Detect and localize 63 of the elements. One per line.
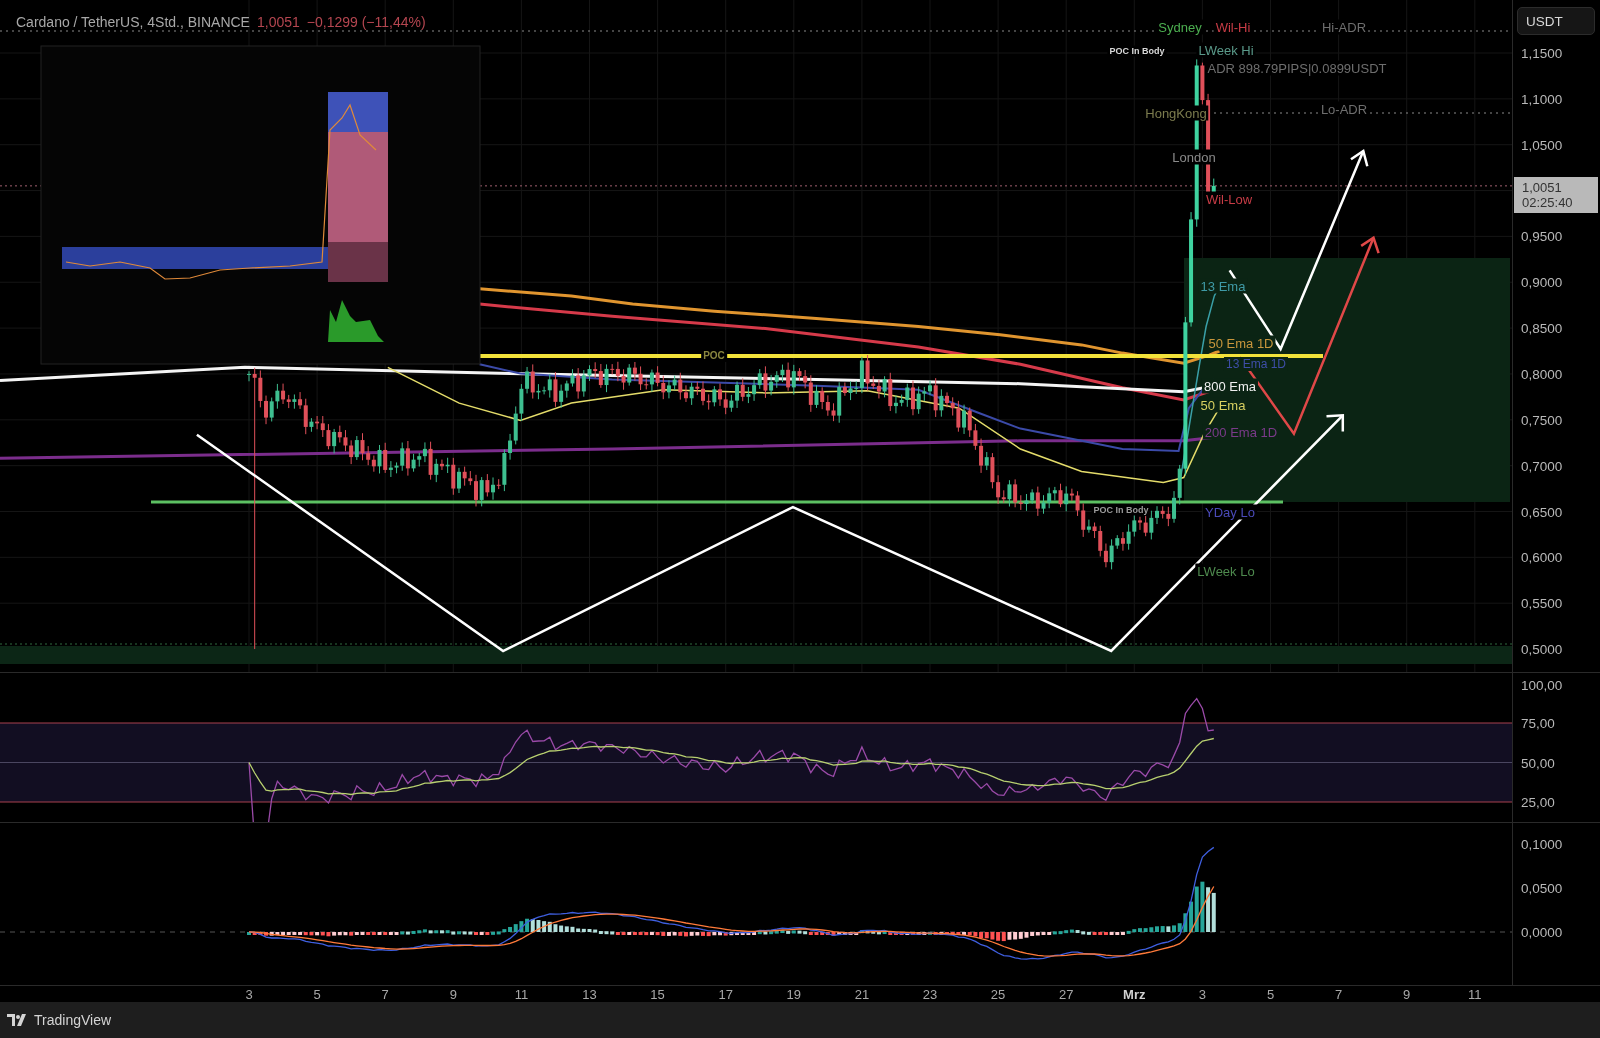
price-change: −0,1299 (−11,44%) xyxy=(306,14,426,30)
price-label: 0,5500 xyxy=(1521,595,1563,611)
chart-annotation: POC xyxy=(701,350,727,362)
date-label: 15 xyxy=(650,987,665,1002)
date-label: 23 xyxy=(922,987,938,1002)
date-label: 5 xyxy=(313,987,321,1002)
current-price: 1,0051 xyxy=(1522,180,1563,195)
price-label: 0,5000 xyxy=(1521,641,1563,657)
chart-annotation: 200 Ema 1D xyxy=(1202,424,1280,440)
date-label: 11 xyxy=(514,987,529,1002)
candle-countdown: 02:25:40 xyxy=(1522,195,1574,210)
rsi-label: 25,00 xyxy=(1521,794,1555,810)
price-label: 0,8500 xyxy=(1521,320,1563,336)
price-label: 0,7500 xyxy=(1521,412,1563,428)
date-label: 13 xyxy=(582,987,597,1002)
chart-annotation: Hi-ADR xyxy=(1319,19,1369,35)
date-label: 21 xyxy=(854,987,870,1002)
price-label: 0,7000 xyxy=(1521,458,1563,474)
chart-annotation: POC In Body xyxy=(1091,504,1151,516)
date-label: 7 xyxy=(1335,987,1343,1002)
price-label: 1,0500 xyxy=(1521,137,1563,153)
rsi-label: 100,00 xyxy=(1521,677,1563,693)
brand-name: TradingView xyxy=(34,1012,112,1028)
date-label: 3 xyxy=(1198,987,1206,1002)
chart-annotation: HongKong xyxy=(1143,105,1209,121)
price-label: 0,6500 xyxy=(1521,504,1563,519)
chart-annotation: LWeek Hi xyxy=(1196,42,1256,58)
symbol-title: Cardano / TetherUS, 4Std., BINANCE xyxy=(16,14,250,30)
rsi-label: 50,00 xyxy=(1521,755,1555,771)
price-label: 0,9500 xyxy=(1521,228,1563,244)
date-label: 5 xyxy=(1266,987,1275,1002)
date-label: 11 xyxy=(1468,987,1482,1002)
price-label: 0,6000 xyxy=(1521,549,1563,565)
date-label: 9 xyxy=(1403,987,1411,1002)
date-label: 9 xyxy=(449,987,457,1002)
date-label: 7 xyxy=(381,987,389,1002)
chart-annotation: 13 Ema 1D xyxy=(1224,357,1288,371)
chart-annotation: 50 Ema 1D xyxy=(1206,335,1276,351)
date-label: 25 xyxy=(990,987,1006,1002)
chart-annotation: Wil-Low xyxy=(1203,191,1255,207)
price-label: 0,9000 xyxy=(1521,274,1563,290)
price-label: 1,1500 xyxy=(1521,45,1563,61)
macd-label: 0,0500 xyxy=(1521,880,1563,896)
macd-label: 0,1000 xyxy=(1521,836,1563,852)
chart-annotation: Sydney xyxy=(1156,19,1204,35)
chart-annotation: 13 Ema xyxy=(1198,278,1248,294)
chart-annotation: YDay Lo xyxy=(1203,504,1257,520)
chart-annotation: 800 Ema xyxy=(1202,378,1258,394)
month-label: Mrz xyxy=(1123,987,1146,1002)
date-label: 3 xyxy=(245,987,253,1002)
rsi-label: 75,00 xyxy=(1521,715,1555,731)
chart-annotation: ADR 898.79PIPS|0.0899USDT xyxy=(1205,60,1389,76)
currency-button[interactable]: USDT xyxy=(1517,7,1595,35)
date-label: 19 xyxy=(786,987,802,1002)
price-label: 1,1000 xyxy=(1521,91,1563,107)
chart-annotation: LWeek Lo xyxy=(1195,563,1257,579)
chart-annotation: London xyxy=(1170,149,1218,165)
macd-label: 0,0000 xyxy=(1521,924,1563,940)
date-label: 17 xyxy=(718,987,733,1002)
price-label: 0,8000 xyxy=(1521,366,1563,382)
last-price: 1,0051 xyxy=(256,14,300,30)
date-label: 27 xyxy=(1058,987,1074,1002)
chart-annotation: POC In Body xyxy=(1107,45,1167,57)
